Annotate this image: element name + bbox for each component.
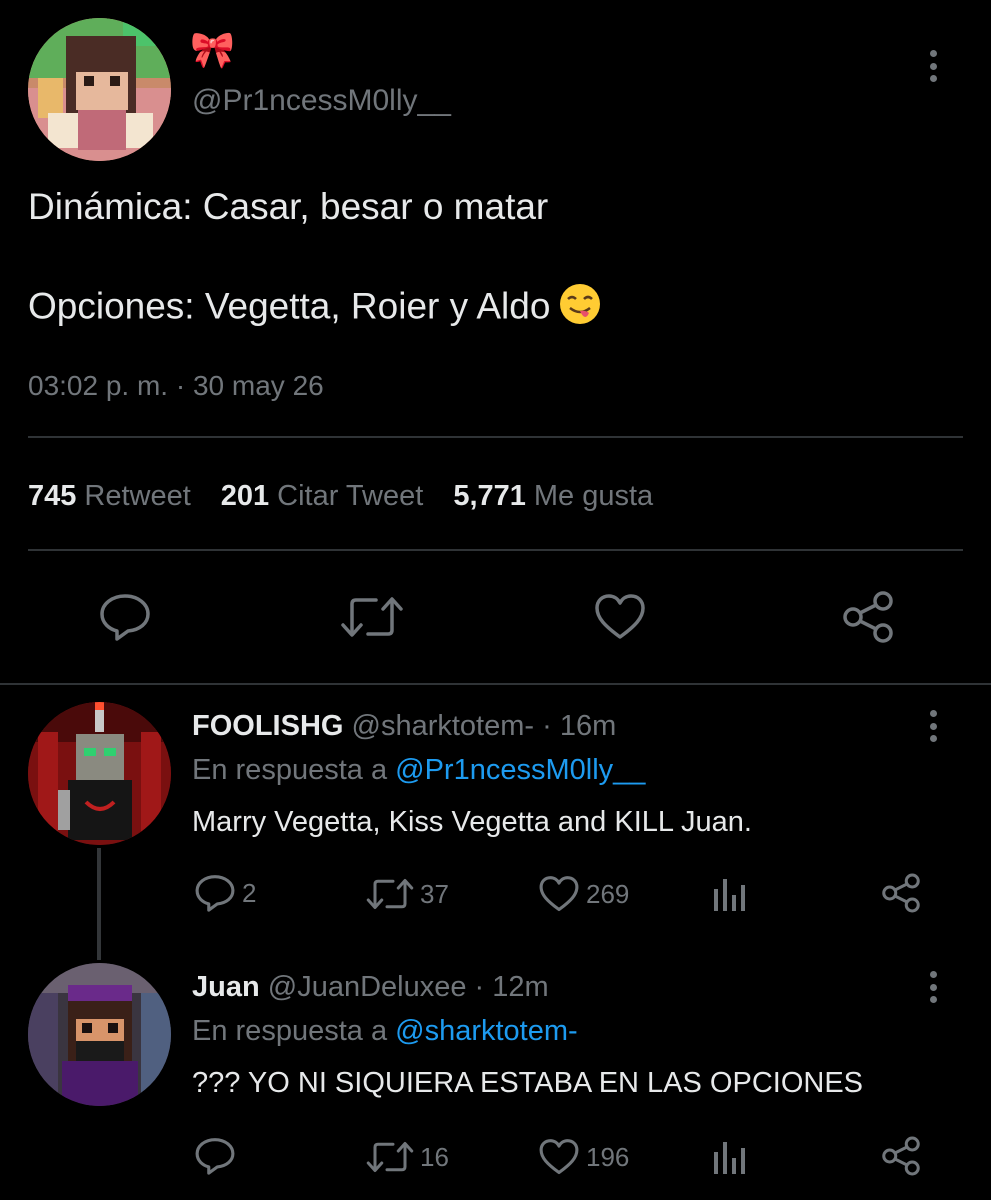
reply-icon [195, 1138, 235, 1175]
tweet-text-line2: Opciones: Vegetta, Roier y Aldo [28, 282, 602, 335]
retweet-button[interactable] [340, 592, 404, 647]
reply-author-name[interactable]: FOOLISHG [192, 710, 343, 742]
quote-count-label: Citar Tweet [277, 480, 424, 512]
quote-count: 201 [220, 480, 270, 512]
retweet-count-link[interactable]: 745 Retweet [28, 480, 221, 512]
reply-button[interactable] [194, 1136, 242, 1176]
retweet-icon [366, 1142, 414, 1172]
analytics-icon [714, 1142, 745, 1174]
more-icon [929, 50, 937, 57]
tweet-text-line2-content: Opciones: Vegetta, Roier y Aldo [28, 285, 551, 327]
reply-prefix: En respuesta a [192, 1015, 388, 1047]
share-button[interactable] [880, 872, 922, 914]
divider [28, 549, 963, 551]
reply-more-options-button[interactable] [919, 967, 947, 1007]
quote-count-link[interactable]: 201 Citar Tweet [221, 480, 454, 512]
reply-icon [100, 594, 150, 641]
share-button[interactable] [880, 1135, 922, 1177]
like-icon [539, 1139, 579, 1175]
reply-button[interactable]: 2 [194, 873, 256, 913]
retweet-icon [341, 597, 403, 637]
retweet-button[interactable]: 16 [366, 1138, 449, 1176]
reply-header: FOOLISHG @sharktotem- · 16m [192, 710, 616, 743]
yum-emoji-icon [558, 282, 602, 335]
retweet-count: 745 [28, 480, 77, 512]
reply-like-count: 269 [586, 878, 630, 909]
analytics-icon [714, 879, 745, 911]
retweet-button[interactable]: 37 [366, 875, 449, 913]
author-avatar[interactable] [28, 18, 171, 161]
reply-context: En respuesta a @Pr1ncessM0lly__ [192, 754, 645, 787]
like-button[interactable]: 196 [538, 1138, 629, 1176]
reply-time: · 12m [474, 971, 549, 1003]
share-icon [882, 873, 920, 913]
reply-author-name[interactable]: Juan [192, 971, 260, 1003]
thread-connector-line [97, 848, 101, 960]
tweet-text-line1: Dinámica: Casar, besar o matar [28, 186, 549, 227]
like-count-label: Me gusta [533, 480, 654, 512]
more-options-button[interactable] [919, 46, 947, 86]
share-button[interactable] [840, 590, 896, 649]
reply-avatar[interactable] [28, 963, 171, 1106]
analytics-button[interactable] [711, 1138, 747, 1176]
tweet-timestamp: 03:02 p. m. · 30 may 26 [28, 370, 324, 401]
more-icon [929, 971, 937, 978]
reply-avatar[interactable] [28, 702, 171, 845]
reply-author-handle[interactable]: @JuanDeluxee [268, 971, 467, 1003]
reply-more-options-button[interactable] [919, 706, 947, 746]
reply-prefix: En respuesta a [192, 754, 388, 786]
reply-retweet-count: 16 [420, 1141, 449, 1172]
reply-icon [195, 875, 235, 912]
section-divider [0, 683, 991, 685]
reply-button[interactable] [98, 592, 152, 647]
tweet-stats: 745 Retweet 201 Citar Tweet 5,771 Me gusta [28, 480, 683, 513]
reply-mention-link[interactable]: @sharktotem- [395, 1015, 578, 1047]
retweet-count-label: Retweet [84, 480, 191, 512]
reply-comment-count: 2 [242, 877, 257, 908]
like-count: 5,771 [453, 480, 526, 512]
reply-context: En respuesta a @sharktotem- [192, 1015, 578, 1048]
like-icon [539, 876, 579, 912]
reply-text: Marry Vegetta, Kiss Vegetta and KILL Jua… [192, 806, 752, 838]
author-handle[interactable]: @Pr1ncessM0lly__ [192, 84, 451, 118]
share-icon [843, 591, 893, 643]
reply-time: · 16m [542, 710, 617, 742]
reply-header: Juan @JuanDeluxee · 12m [192, 971, 549, 1004]
like-button[interactable] [593, 593, 647, 646]
retweet-icon [366, 879, 414, 909]
reply-mention-link[interactable]: @Pr1ncessM0lly__ [395, 754, 645, 786]
divider [28, 436, 963, 438]
share-icon [882, 1136, 920, 1176]
reply-retweet-count: 37 [420, 878, 449, 909]
like-icon [595, 594, 645, 639]
reply-text: ??? YO NI SIQUIERA ESTABA EN LAS OPCIONE… [192, 1067, 864, 1099]
like-count-link[interactable]: 5,771 Me gusta [453, 480, 683, 512]
reply-author-handle[interactable]: @sharktotem- [352, 710, 535, 742]
analytics-button[interactable] [711, 875, 747, 913]
more-icon [929, 710, 937, 717]
like-button[interactable]: 269 [538, 875, 629, 913]
author-display-name[interactable]: 🎀 [190, 28, 235, 72]
main-tweet: 🎀 @Pr1ncessM0lly__ Dinámica: Casar, besa… [0, 0, 991, 683]
reply-like-count: 196 [586, 1141, 630, 1172]
